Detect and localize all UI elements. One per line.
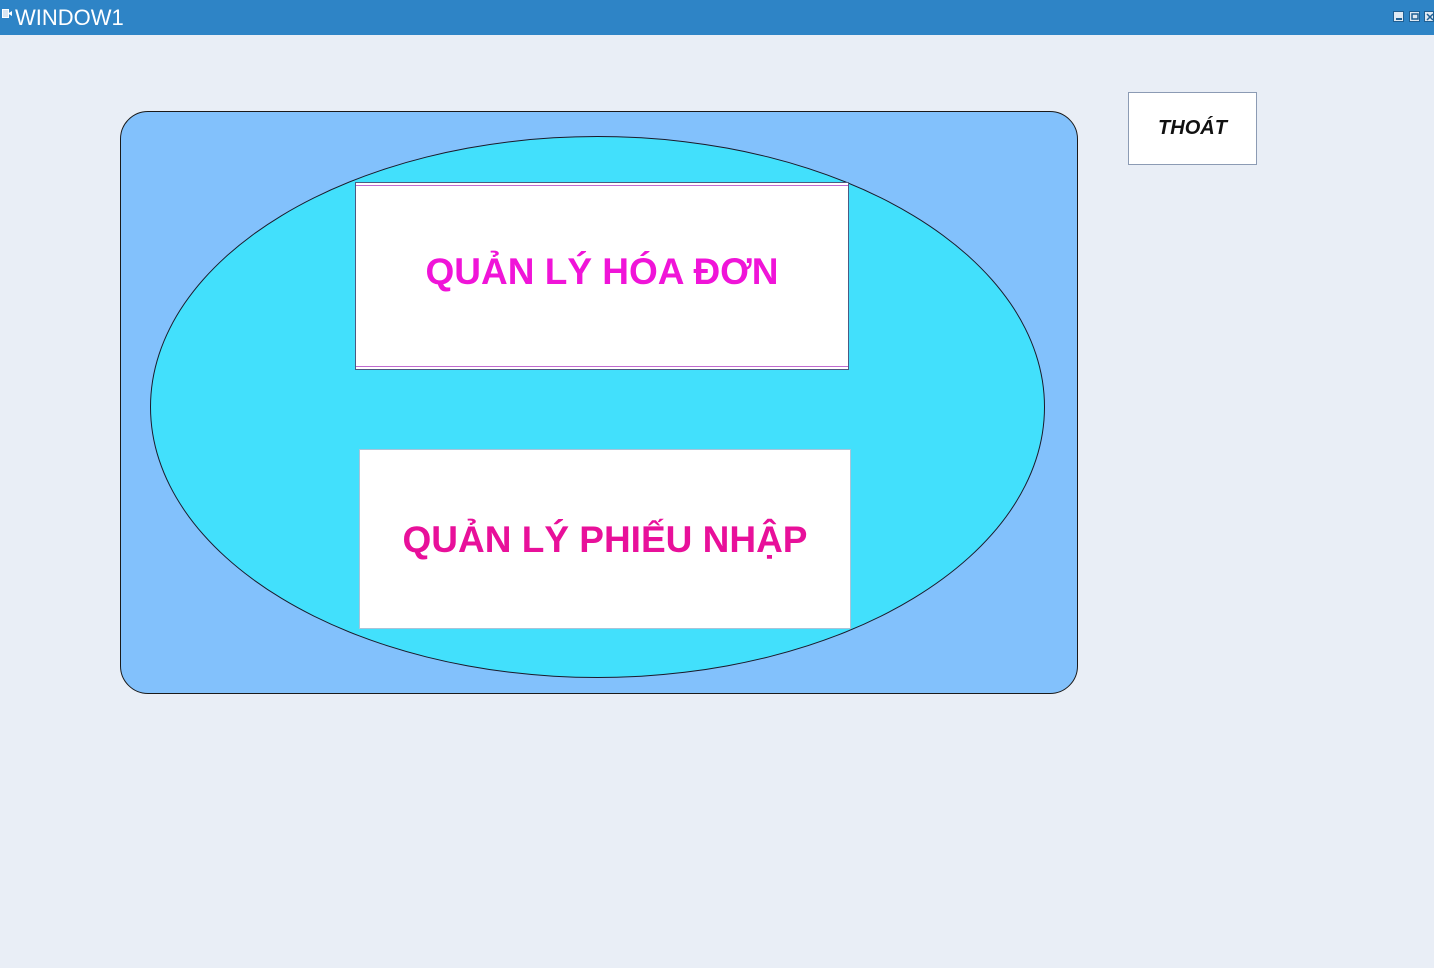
app-icon[interactable] [2,6,13,18]
manage-invoices-label: QUẢN LÝ HÓA ĐƠN [425,251,779,292]
close-icon [1426,13,1434,21]
minimize-icon [1396,18,1402,20]
minimize-button[interactable] [1393,11,1404,22]
exit-label: THOÁT [1158,117,1227,139]
manage-receipts-button[interactable]: QUẢN LÝ PHIẾU NHẬP [359,449,851,629]
manage-receipts-label: QUẢN LÝ PHIẾU NHẬP [402,519,808,560]
close-button[interactable] [1424,11,1434,22]
exit-button[interactable]: THOÁT [1128,92,1257,165]
title-bar[interactable]: WINDOW1 [0,0,1434,35]
maximize-icon [1411,13,1419,20]
maximize-button[interactable] [1409,11,1420,22]
window-title: WINDOW1 [15,5,124,30]
manage-invoices-button[interactable]: QUẢN LÝ HÓA ĐƠN [355,182,849,370]
